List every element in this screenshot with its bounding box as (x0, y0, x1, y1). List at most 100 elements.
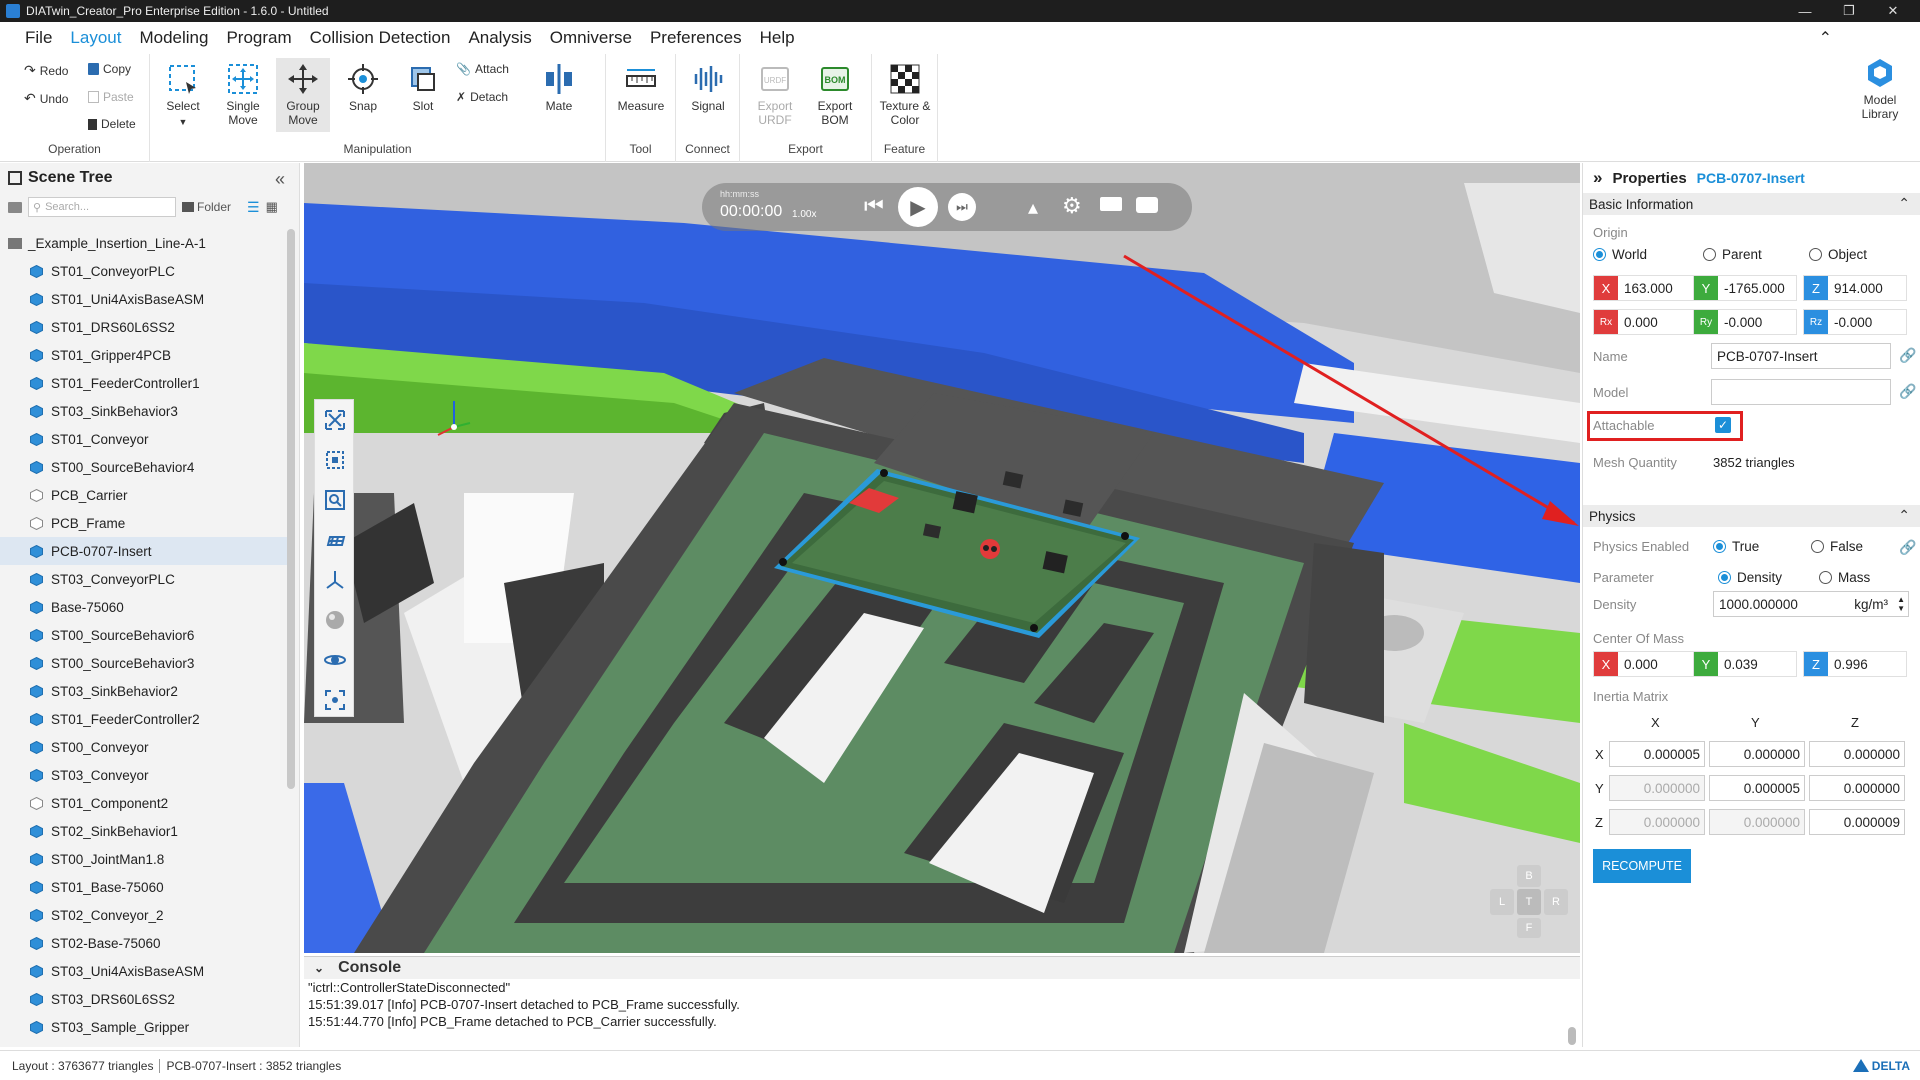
orbit-icon[interactable] (315, 640, 355, 680)
tree-item[interactable]: ST02_SinkBehavior1 (0, 817, 290, 845)
tree-item[interactable]: ST03_Conveyor (0, 761, 290, 789)
model-library-button[interactable]: Model Library (1850, 56, 1910, 121)
tree-item[interactable]: ST01_Base-75060 (0, 873, 290, 901)
menu-preferences[interactable]: Preferences (641, 22, 751, 54)
axes-icon[interactable] (315, 560, 355, 600)
export-bom-button[interactable]: BOM Export BOM (808, 62, 862, 127)
tree-item[interactable]: ST01_DRS60L6SS2 (0, 313, 290, 341)
slot-button[interactable]: Slot (396, 62, 450, 113)
com-x-field[interactable]: X 0.000 (1593, 651, 1697, 677)
tree-item[interactable]: Base-75060 (0, 593, 290, 621)
tree-item[interactable]: ST01_Component2 (0, 789, 290, 817)
attach-button[interactable]: 📎 Attach (456, 62, 509, 76)
link-icon[interactable]: 🔗 (1899, 383, 1916, 399)
3d-viewport[interactable]: hh:mm:ss 00:00:00 1.00x ⏮ ▶ ⏭ ▴ ⚙ B L T … (304, 163, 1580, 953)
tree-item[interactable]: ST02-Base-75060 (0, 929, 290, 957)
tree-item[interactable]: ST00_SourceBehavior4 (0, 453, 290, 481)
camera-icon[interactable] (1136, 197, 1158, 213)
play-button[interactable]: ▶ (898, 187, 938, 227)
console-header[interactable]: ⌄ Console (304, 957, 1580, 979)
origin-object-radio[interactable]: Object (1809, 247, 1867, 262)
scene-tree-search-input[interactable]: ⚲ Search... (28, 197, 176, 217)
hierarchy-view-icon[interactable]: ▦ (266, 199, 278, 215)
parameter-mass-radio[interactable]: Mass (1819, 570, 1870, 585)
menu-file[interactable]: File (16, 22, 61, 54)
texture-color-button[interactable]: Texture & Color (878, 62, 932, 127)
tree-item[interactable]: ST01_Uni4AxisBaseASM (0, 285, 290, 313)
nav-cube[interactable]: B L T R F (1490, 865, 1570, 945)
menu-omniverse[interactable]: Omniverse (541, 22, 641, 54)
shading-sphere-icon[interactable] (315, 600, 355, 640)
paste-button[interactable]: Paste (88, 90, 134, 104)
tree-item[interactable]: ST03_SinkBehavior3 (0, 397, 290, 425)
position-z-field[interactable]: Z 914.000 (1803, 275, 1907, 301)
detach-button[interactable]: ✗ Detach (456, 90, 508, 104)
grid-icon[interactable] (315, 520, 355, 560)
tree-item[interactable]: ST00_SourceBehavior6 (0, 621, 290, 649)
rewind-button[interactable]: ⏮ (864, 195, 884, 217)
origin-parent-radio[interactable]: Parent (1703, 247, 1762, 262)
fit-all-icon[interactable] (315, 400, 355, 440)
section-physics[interactable]: Physics ⌃ (1583, 505, 1920, 527)
new-folder-button[interactable]: Folder (182, 200, 231, 214)
com-z-field[interactable]: Z 0.996 (1803, 651, 1907, 677)
section-basic-information[interactable]: Basic Information ⌃ (1583, 193, 1920, 215)
com-y-field[interactable]: Y 0.039 (1693, 651, 1797, 677)
redo-button[interactable]: ↷ Redo (24, 62, 68, 79)
undo-button[interactable]: ↶ Undo (24, 90, 68, 107)
inertia-xy[interactable]: 0.000000 (1709, 741, 1805, 767)
menu-help[interactable]: Help (751, 22, 804, 54)
folder-open-icon[interactable] (8, 201, 22, 213)
rotation-z-field[interactable]: Rz -0.000 (1803, 309, 1907, 335)
tree-item[interactable]: ST00_SourceBehavior3 (0, 649, 290, 677)
link-icon[interactable]: 🔗 (1899, 347, 1916, 363)
name-input[interactable]: PCB-0707-Insert (1711, 343, 1891, 369)
rotation-x-field[interactable]: Rx 0.000 (1593, 309, 1697, 335)
density-input[interactable]: 1000.000000 kg/m³ ▲ ▼ (1713, 591, 1909, 617)
nav-cube-right[interactable]: R (1544, 889, 1568, 915)
tree-item[interactable]: ST00_JointMan1.8 (0, 845, 290, 873)
menu-analysis[interactable]: Analysis (459, 22, 540, 54)
tree-root[interactable]: _Example_Insertion_Line-A-1 (0, 229, 290, 257)
signal-button[interactable]: Signal (681, 62, 735, 113)
fit-selection-icon[interactable] (315, 440, 355, 480)
recompute-button[interactable]: RECOMPUTE (1593, 849, 1691, 883)
gear-icon[interactable]: ⚙ (1062, 193, 1082, 219)
select-button[interactable]: Select ▼ (156, 62, 210, 129)
spinner-icon[interactable]: ▲ ▼ (1897, 595, 1905, 613)
nav-cube-front[interactable]: F (1517, 918, 1541, 938)
attachable-checkbox[interactable]: ✓ (1715, 417, 1731, 433)
menu-collision-detection[interactable]: Collision Detection (301, 22, 460, 54)
parameter-density-radio[interactable]: Density (1718, 570, 1782, 585)
ribbon-collapse-icon[interactable]: ⌃ (1819, 28, 1832, 48)
scene-tree-scrollbar[interactable] (287, 229, 295, 789)
origin-world-radio[interactable]: World (1593, 247, 1647, 262)
export-urdf-button[interactable]: URDF Export URDF (748, 62, 802, 127)
tree-item[interactable]: ST01_Gripper4PCB (0, 341, 290, 369)
tree-item[interactable]: ST03_Sample_Gripper (0, 1013, 290, 1041)
inertia-yy[interactable]: 0.000005 (1709, 775, 1805, 801)
tree-item[interactable]: ST03_Uni4AxisBaseASM (0, 957, 290, 985)
tree-item[interactable]: PCB_Carrier (0, 481, 290, 509)
close-button[interactable]: ✕ (1870, 0, 1916, 22)
mate-button[interactable]: Mate (532, 62, 586, 113)
rotation-y-field[interactable]: Ry -0.000 (1693, 309, 1797, 335)
expand-panel-icon[interactable]: » (1593, 168, 1602, 188)
menu-modeling[interactable]: Modeling (130, 22, 217, 54)
inertia-xz[interactable]: 0.000000 (1809, 741, 1905, 767)
tree-item[interactable]: ST01_FeederController2 (0, 705, 290, 733)
list-view-icon[interactable]: ☰ (247, 199, 260, 216)
inertia-xx[interactable]: 0.000005 (1609, 741, 1705, 767)
delete-button[interactable]: Delete (88, 117, 136, 131)
tree-item[interactable]: ST01_FeederController1 (0, 369, 290, 397)
nav-cube-left[interactable]: L (1490, 889, 1514, 915)
measure-button[interactable]: Measure (614, 62, 668, 113)
tree-item[interactable]: ST00_Conveyor (0, 733, 290, 761)
minimize-button[interactable]: — (1782, 0, 1828, 22)
console-scrollbar[interactable] (1568, 1027, 1576, 1045)
tree-item[interactable]: PCB_Frame (0, 509, 290, 537)
snap-button[interactable]: Snap (336, 62, 390, 113)
network-icon[interactable]: ▴ (1028, 195, 1038, 220)
tree-item[interactable]: PCB-0707-Insert (0, 537, 290, 565)
nav-cube-top[interactable]: T (1517, 889, 1541, 915)
